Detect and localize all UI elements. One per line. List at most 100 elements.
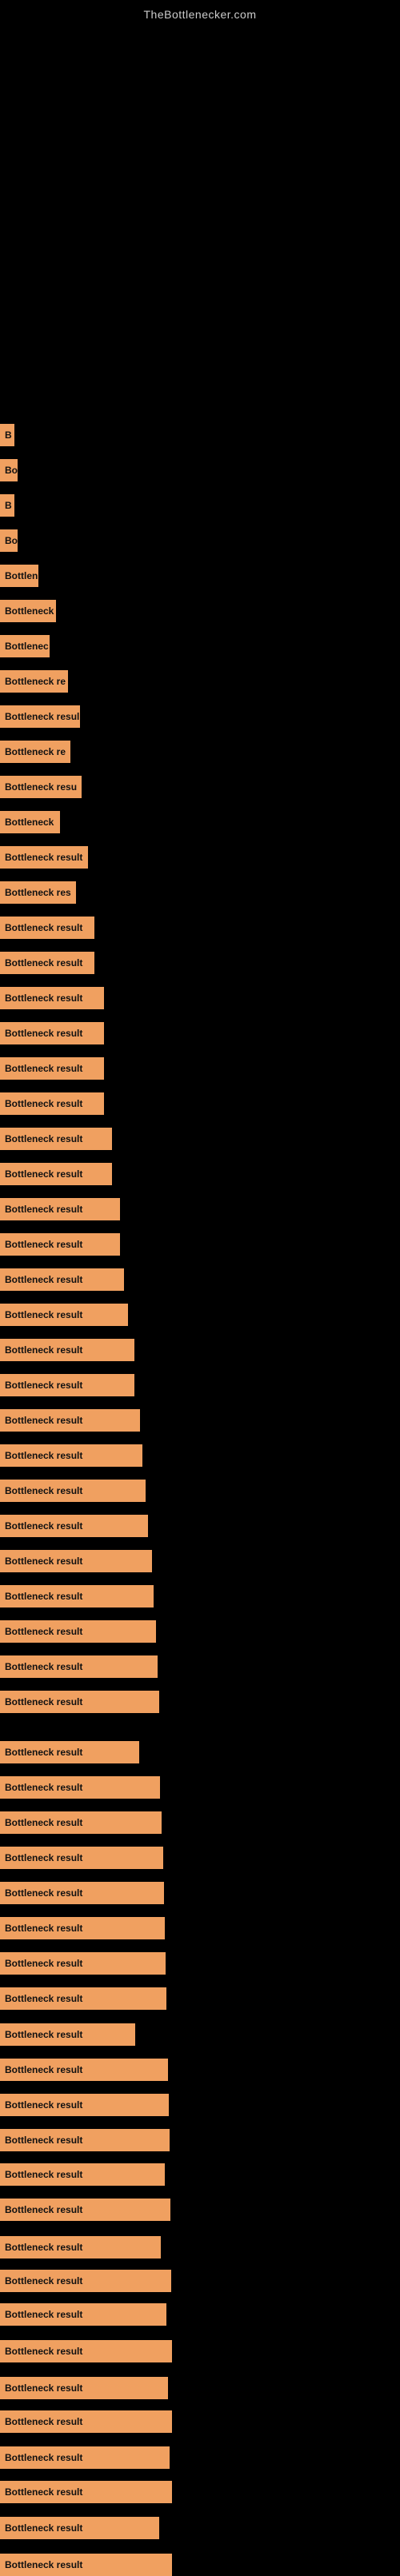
bottleneck-label-42: Bottleneck result: [0, 1917, 165, 1939]
bottleneck-label-38: Bottleneck result: [0, 1776, 160, 1799]
bottleneck-item-22: Bottleneck result: [0, 1198, 120, 1220]
bottleneck-label-16: Bottleneck result: [0, 987, 104, 1009]
bottleneck-item-0: B: [0, 424, 14, 446]
bottleneck-item-54: Bottleneck result: [0, 2340, 172, 2362]
bottleneck-item-2: B: [0, 494, 14, 517]
bottleneck-label-49: Bottleneck result: [0, 2163, 165, 2186]
bottleneck-label-8: Bottleneck resul: [0, 705, 80, 728]
bottleneck-item-10: Bottleneck resu: [0, 776, 82, 798]
bottleneck-item-34: Bottleneck result: [0, 1620, 156, 1643]
bottleneck-item-16: Bottleneck result: [0, 987, 104, 1009]
bottleneck-item-5: Bottleneck r: [0, 600, 56, 622]
bottleneck-item-12: Bottleneck result: [0, 846, 88, 869]
bottleneck-item-53: Bottleneck result: [0, 2303, 166, 2326]
bottleneck-item-55: Bottleneck result: [0, 2377, 168, 2399]
bottleneck-label-41: Bottleneck result: [0, 1882, 164, 1904]
bottleneck-item-23: Bottleneck result: [0, 1233, 120, 1256]
bottleneck-item-28: Bottleneck result: [0, 1409, 140, 1432]
bottleneck-label-43: Bottleneck result: [0, 1952, 166, 1975]
bottleneck-label-29: Bottleneck result: [0, 1444, 142, 1467]
bottleneck-label-24: Bottleneck result: [0, 1268, 124, 1291]
bottleneck-label-58: Bottleneck result: [0, 2481, 172, 2503]
bottleneck-label-30: Bottleneck result: [0, 1480, 146, 1502]
bottleneck-item-33: Bottleneck result: [0, 1585, 154, 1608]
bottleneck-label-6: Bottlenec: [0, 635, 50, 657]
bottleneck-item-6: Bottlenec: [0, 635, 50, 657]
bottleneck-item-17: Bottleneck result: [0, 1022, 104, 1044]
bottleneck-item-21: Bottleneck result: [0, 1163, 112, 1185]
bottleneck-item-27: Bottleneck result: [0, 1374, 134, 1396]
bottleneck-label-56: Bottleneck result: [0, 2410, 172, 2433]
bottleneck-item-29: Bottleneck result: [0, 1444, 142, 1467]
bottleneck-label-13: Bottleneck res: [0, 881, 76, 904]
bottleneck-item-7: Bottleneck re: [0, 670, 68, 693]
bottleneck-label-54: Bottleneck result: [0, 2340, 172, 2362]
bottleneck-item-41: Bottleneck result: [0, 1882, 164, 1904]
bottleneck-label-9: Bottleneck re: [0, 741, 70, 763]
bottleneck-label-34: Bottleneck result: [0, 1620, 156, 1643]
bottleneck-item-8: Bottleneck resul: [0, 705, 80, 728]
bottleneck-item-38: Bottleneck result: [0, 1776, 160, 1799]
bottleneck-item-56: Bottleneck result: [0, 2410, 172, 2433]
bottleneck-label-15: Bottleneck result: [0, 952, 94, 974]
bottleneck-item-37: Bottleneck result: [0, 1741, 139, 1763]
bottleneck-label-19: Bottleneck result: [0, 1092, 104, 1115]
bottleneck-item-32: Bottleneck result: [0, 1550, 152, 1572]
bottleneck-item-26: Bottleneck result: [0, 1339, 134, 1361]
bottleneck-label-51: Bottleneck result: [0, 2236, 161, 2258]
bottleneck-label-53: Bottleneck result: [0, 2303, 166, 2326]
bottleneck-item-30: Bottleneck result: [0, 1480, 146, 1502]
bottleneck-label-7: Bottleneck re: [0, 670, 68, 693]
bottleneck-label-28: Bottleneck result: [0, 1409, 140, 1432]
bottleneck-label-17: Bottleneck result: [0, 1022, 104, 1044]
bottleneck-label-39: Bottleneck result: [0, 1811, 162, 1834]
bottleneck-label-32: Bottleneck result: [0, 1550, 152, 1572]
bottleneck-item-43: Bottleneck result: [0, 1952, 166, 1975]
bottleneck-label-20: Bottleneck result: [0, 1128, 112, 1150]
bottleneck-label-59: Bottleneck result: [0, 2517, 159, 2539]
bottleneck-label-21: Bottleneck result: [0, 1163, 112, 1185]
bottleneck-item-49: Bottleneck result: [0, 2163, 165, 2186]
bottleneck-label-23: Bottleneck result: [0, 1233, 120, 1256]
bottleneck-label-44: Bottleneck result: [0, 1987, 166, 2010]
bottleneck-item-4: Bottlen: [0, 565, 38, 587]
bottleneck-item-52: Bottleneck result: [0, 2270, 171, 2292]
bottleneck-item-36: Bottleneck result: [0, 1691, 159, 1713]
bottleneck-item-3: Bo: [0, 529, 18, 552]
bottleneck-item-25: Bottleneck result: [0, 1304, 128, 1326]
bottleneck-item-58: Bottleneck result: [0, 2481, 172, 2503]
bottleneck-label-52: Bottleneck result: [0, 2270, 171, 2292]
bottleneck-item-42: Bottleneck result: [0, 1917, 165, 1939]
bottleneck-label-36: Bottleneck result: [0, 1691, 159, 1713]
bottleneck-item-45: Bottleneck result: [0, 2023, 135, 2046]
bottleneck-label-14: Bottleneck result: [0, 917, 94, 939]
bottleneck-item-47: Bottleneck result: [0, 2094, 169, 2116]
bottleneck-item-59: Bottleneck result: [0, 2517, 159, 2539]
bottleneck-label-48: Bottleneck result: [0, 2129, 170, 2151]
bottleneck-item-1: Bo: [0, 459, 18, 481]
bottleneck-label-18: Bottleneck result: [0, 1057, 104, 1080]
bottleneck-label-3: Bo: [0, 529, 18, 552]
bottleneck-label-1: Bo: [0, 459, 18, 481]
bottleneck-label-25: Bottleneck result: [0, 1304, 128, 1326]
bottleneck-label-55: Bottleneck result: [0, 2377, 168, 2399]
bottleneck-item-24: Bottleneck result: [0, 1268, 124, 1291]
bottleneck-label-5: Bottleneck r: [0, 600, 56, 622]
bottleneck-item-51: Bottleneck result: [0, 2236, 161, 2258]
bottleneck-item-14: Bottleneck result: [0, 917, 94, 939]
bottleneck-item-35: Bottleneck result: [0, 1655, 158, 1678]
bottleneck-label-47: Bottleneck result: [0, 2094, 169, 2116]
bottleneck-label-0: B: [0, 424, 14, 446]
bottleneck-label-46: Bottleneck result: [0, 2059, 168, 2081]
bottleneck-item-31: Bottleneck result: [0, 1515, 148, 1537]
bottleneck-label-26: Bottleneck result: [0, 1339, 134, 1361]
bottleneck-item-48: Bottleneck result: [0, 2129, 170, 2151]
bottleneck-label-57: Bottleneck result: [0, 2446, 170, 2469]
bottleneck-label-12: Bottleneck result: [0, 846, 88, 869]
site-title: TheBottlenecker.com: [0, 0, 400, 26]
bottleneck-item-11: Bottleneck: [0, 811, 60, 833]
bottleneck-item-9: Bottleneck re: [0, 741, 70, 763]
bottleneck-item-15: Bottleneck result: [0, 952, 94, 974]
bottleneck-label-11: Bottleneck: [0, 811, 60, 833]
bottleneck-item-39: Bottleneck result: [0, 1811, 162, 1834]
